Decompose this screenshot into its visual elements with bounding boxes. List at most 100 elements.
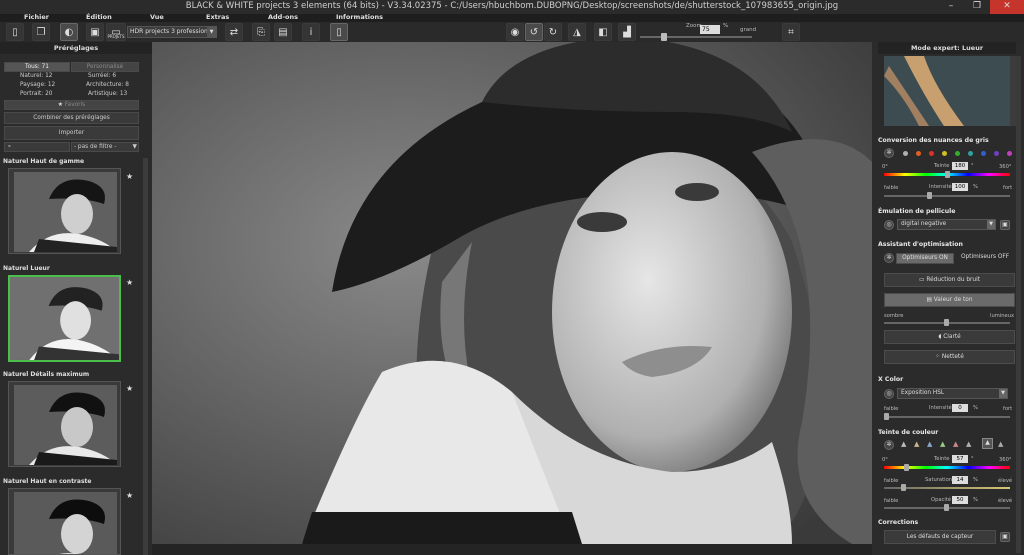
redo-icon[interactable]: ↻: [544, 23, 562, 41]
saturation-slider-knob[interactable]: [901, 484, 906, 491]
mirror-icon[interactable]: ◮: [568, 23, 586, 41]
sensor-defects-button[interactable]: Les défauts de capteur: [884, 530, 996, 544]
hue-slider-knob[interactable]: [945, 171, 950, 178]
tint-hue-slider-track[interactable]: [884, 466, 1010, 469]
count-surreal[interactable]: Surréel: 6: [88, 73, 116, 79]
expert-panel-scrollbar[interactable]: [1016, 56, 1021, 553]
compare-icon[interactable]: ⇄: [225, 23, 243, 41]
tint-hue-input[interactable]: 57: [952, 455, 968, 463]
swatch-magenta[interactable]: [1007, 151, 1012, 156]
tint-drop-icon[interactable]: ▲: [940, 440, 945, 448]
presets-scrollbar[interactable]: [143, 158, 148, 555]
preset-thumbnail[interactable]: [8, 381, 121, 467]
tab-custom-presets[interactable]: Personnalisé: [71, 62, 139, 72]
export-icon[interactable]: ⎘: [252, 23, 270, 41]
menu-edit[interactable]: Édition: [86, 13, 112, 21]
swatch-blue[interactable]: [981, 151, 986, 156]
hue-input[interactable]: 180: [952, 162, 968, 170]
menu-file[interactable]: Fichier: [24, 13, 49, 21]
menu-view[interactable]: Vue: [150, 13, 164, 21]
minimize-icon[interactable]: –: [938, 0, 964, 14]
count-architecture[interactable]: Architecture: 8: [86, 82, 129, 88]
save-icon[interactable]: ▣: [86, 23, 104, 41]
undo-history-icon[interactable]: ↺: [525, 23, 543, 41]
tint-drop-icon[interactable]: ▲: [901, 440, 906, 448]
film-select[interactable]: digital negative ▼: [897, 219, 996, 230]
opacity-slider-knob[interactable]: [944, 504, 949, 511]
info-icon[interactable]: ⅰ: [302, 23, 320, 41]
palette-icon[interactable]: ◐: [60, 23, 78, 41]
swatch-cyan[interactable]: [968, 151, 973, 156]
swatch-purple[interactable]: [994, 151, 999, 156]
sensor-options-icon[interactable]: ▣: [1000, 532, 1010, 542]
tone-slider-knob[interactable]: [944, 319, 949, 326]
eye-icon[interactable]: ◉: [506, 23, 524, 41]
new-file-icon[interactable]: ▯: [6, 23, 24, 41]
xcolor-select[interactable]: Exposition HSL ▼: [897, 388, 1008, 399]
projects-button[interactable]: PROJETS ▭: [106, 23, 126, 41]
import-button[interactable]: Importer: [4, 126, 139, 140]
opacity-input[interactable]: 50: [952, 496, 968, 504]
film-preset-icon[interactable]: ◎: [884, 220, 894, 230]
filter-select[interactable]: - pas de filtre - ▼: [71, 142, 139, 152]
count-landscape[interactable]: Paysage: 12: [20, 82, 55, 88]
crop-icon[interactable]: ⌗: [782, 23, 800, 41]
xcolor-slider-knob[interactable]: [884, 413, 889, 420]
zoom-fit-icon[interactable]: ▟: [618, 23, 636, 41]
zoom-slider-knob[interactable]: [661, 33, 668, 41]
open-file-icon[interactable]: ❐: [32, 23, 50, 41]
preset-thumbnail[interactable]: [8, 168, 121, 254]
count-portrait[interactable]: Portrait: 20: [20, 91, 52, 97]
optimizers-on-button[interactable]: Optimiseurs ON: [896, 253, 954, 264]
maximize-icon[interactable]: ❐: [964, 0, 990, 14]
tint-drop-icon[interactable]: ▲: [953, 440, 958, 448]
split-view-icon[interactable]: ◧: [594, 23, 612, 41]
favorite-star-icon[interactable]: ★: [126, 172, 133, 181]
tint-drop-selected-icon[interactable]: ▲: [982, 438, 993, 449]
favorites-button[interactable]: ★ Favoris: [4, 100, 139, 110]
zoom-input[interactable]: 75: [700, 25, 720, 34]
sharpness-button[interactable]: ⁘ Netteté: [884, 350, 1015, 364]
clarity-button[interactable]: ◖ Clarté: [884, 330, 1015, 344]
count-artistic[interactable]: Artistique: 13: [88, 91, 127, 97]
swatch-red[interactable]: [929, 151, 934, 156]
tint-eyedropper-icon[interactable]: ✲: [884, 440, 894, 450]
filmstrip-icon[interactable]: ▤: [274, 23, 292, 41]
tint-drop-icon[interactable]: ▲: [927, 440, 932, 448]
optimizers-off-button[interactable]: Optimiseurs OFF: [956, 253, 1014, 264]
intensity-input[interactable]: 100: [952, 183, 968, 191]
preset-thumbnail[interactable]: [8, 488, 121, 555]
tint-drop-icon[interactable]: ▲: [914, 440, 919, 448]
count-natural[interactable]: Naturel: 12: [20, 73, 52, 79]
image-canvas[interactable]: [152, 42, 872, 544]
tint-drop-icon[interactable]: ▲: [998, 440, 1003, 448]
tone-value-button[interactable]: ▤ Valeur de ton: [884, 293, 1015, 307]
swatch-green[interactable]: [955, 151, 960, 156]
favorite-star-icon[interactable]: ★: [126, 491, 133, 500]
favorite-star-icon[interactable]: ★: [126, 384, 133, 393]
tint-hue-slider-knob[interactable]: [904, 464, 909, 471]
tab-all-presets[interactable]: Tous: 71: [4, 62, 70, 72]
swatch-gray[interactable]: [903, 151, 908, 156]
intensity-slider-track[interactable]: [884, 195, 1010, 197]
film-options-icon[interactable]: ▣: [1000, 220, 1010, 230]
swatch-orange[interactable]: [916, 151, 921, 156]
favorite-star-icon[interactable]: ★: [126, 278, 133, 287]
menu-addons[interactable]: Add-ons: [268, 13, 298, 21]
preset-thumbnail-selected[interactable]: [8, 275, 121, 362]
menu-info[interactable]: Informations: [336, 13, 383, 21]
eyedropper-icon[interactable]: ✲: [884, 148, 894, 158]
filter-search-input[interactable]: ⚬: [4, 142, 70, 152]
saturation-input[interactable]: 14: [952, 476, 968, 484]
tint-drop-icon[interactable]: ▲: [966, 440, 971, 448]
close-icon[interactable]: ✕: [990, 0, 1024, 14]
xcolor-icon[interactable]: ◎: [884, 389, 894, 399]
combine-presets-button[interactable]: Combiner des préréglages: [4, 112, 139, 124]
xcolor-intensity-input[interactable]: 0: [952, 404, 968, 412]
xcolor-slider-track[interactable]: [884, 416, 1010, 418]
fullscreen-icon[interactable]: ▯: [330, 23, 348, 41]
menu-extras[interactable]: Extras: [206, 13, 229, 21]
hdr-projects-select[interactable]: HDR projects 3 professional ▼: [127, 26, 217, 38]
zoom-slider-track[interactable]: [640, 36, 752, 38]
intensity-slider-knob[interactable]: [927, 192, 932, 199]
